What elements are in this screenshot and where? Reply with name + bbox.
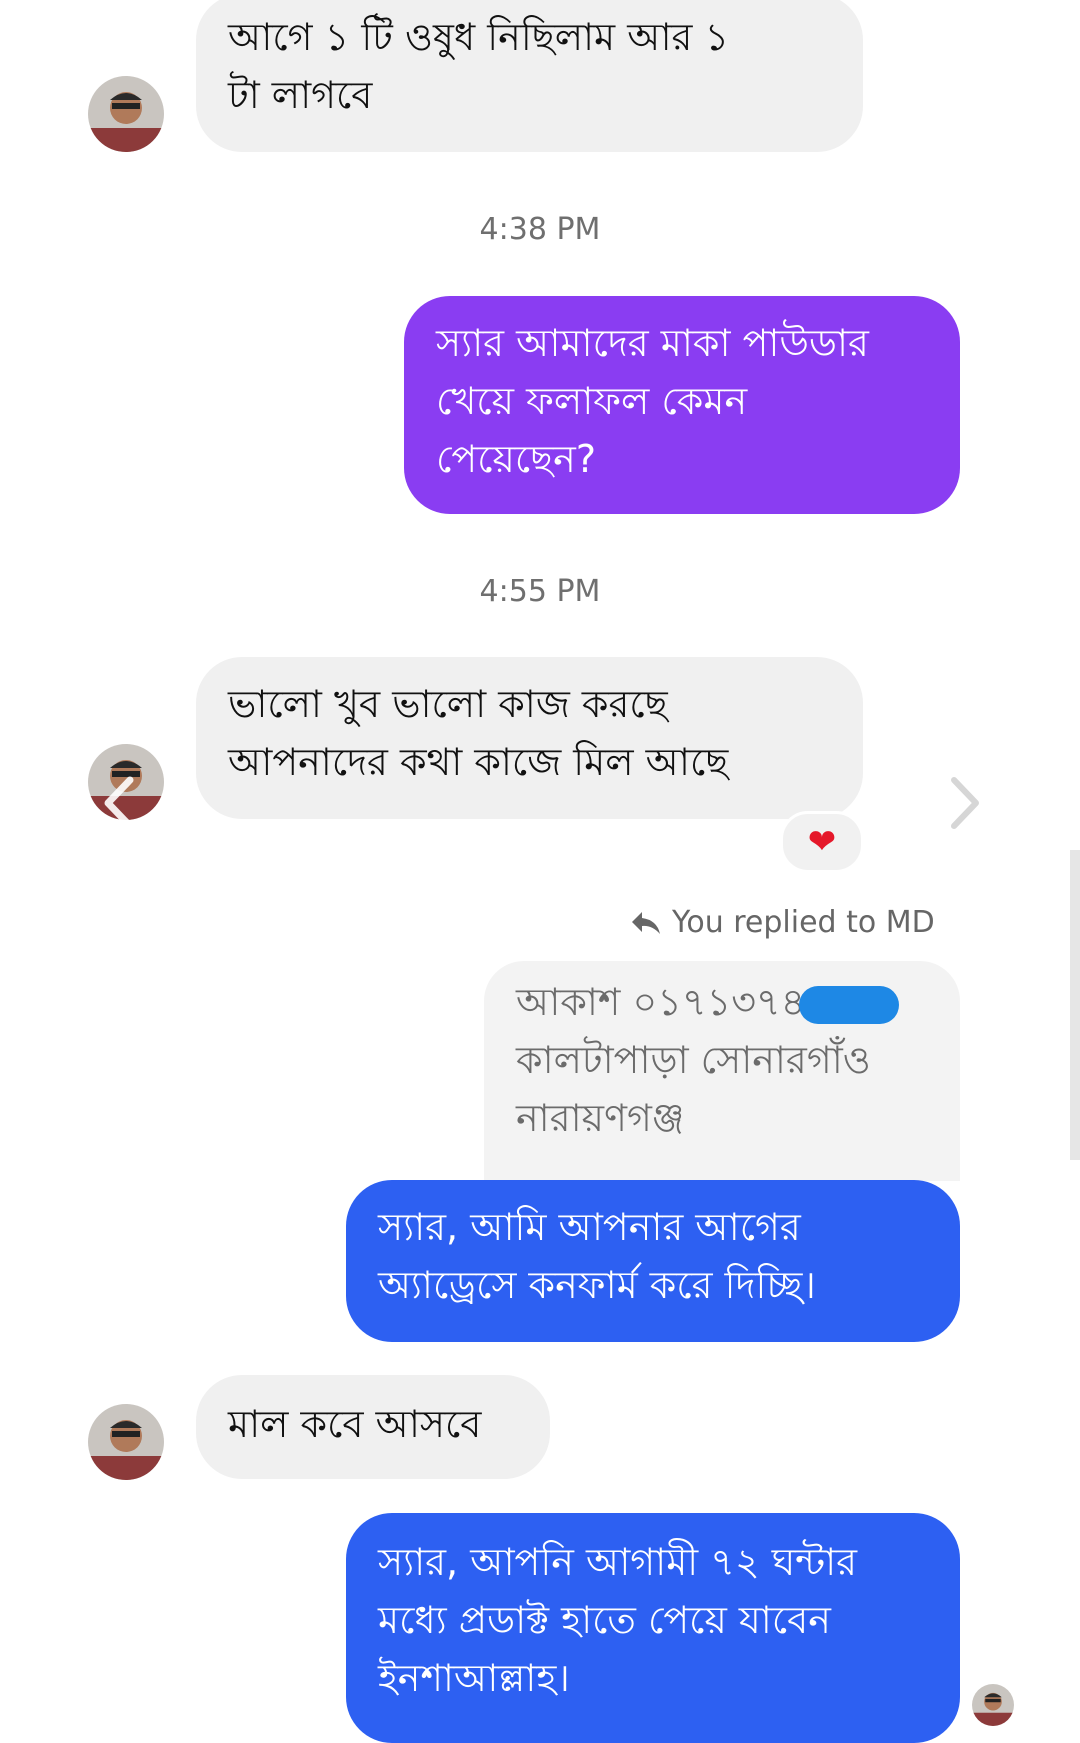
scrollbar[interactable] bbox=[1070, 850, 1080, 1160]
message-bubble-outgoing[interactable]: স্যার, আমি আপনার আগের অ্যাড্রেসে কনফার্ম… bbox=[346, 1180, 960, 1342]
quoted-line: নারায়ণগঞ্জ bbox=[516, 1096, 685, 1140]
message-bubble-incoming[interactable]: ভালো খুব ভালো কাজ করছে আপনাদের কথা কাজে … bbox=[196, 657, 863, 819]
message-bubble-outgoing[interactable]: স্যার আমাদের মাকা পাউডার খেয়ে ফলাফল কেম… bbox=[404, 296, 960, 514]
quoted-message[interactable]: আকাশ ০১৭১৩৭৪ কালটাপাড়া সোনারগাঁও নারায়… bbox=[484, 961, 960, 1181]
heart-reaction[interactable]: ❤ bbox=[780, 811, 864, 873]
heart-icon: ❤ bbox=[807, 822, 837, 862]
avatar[interactable] bbox=[88, 1404, 164, 1480]
read-receipt-avatar bbox=[972, 1684, 1014, 1726]
timestamp: 4:38 PM bbox=[479, 212, 601, 247]
chevron-right-icon[interactable] bbox=[940, 768, 990, 838]
quoted-line: আকাশ ০১৭১৩৭৪ bbox=[516, 980, 806, 1024]
message-bubble-incoming[interactable]: আগে ১ টি ওষুধ নিছিলাম আর ১ টা লাগবে bbox=[196, 0, 863, 152]
reply-arrow-icon bbox=[632, 911, 660, 934]
timestamp: 4:55 PM bbox=[479, 574, 601, 609]
reply-indicator: You replied to MD bbox=[630, 905, 935, 940]
message-bubble-incoming[interactable]: মাল কবে আসবে bbox=[196, 1375, 550, 1479]
message-bubble-outgoing[interactable]: স্যার, আপনি আগামী ৭২ ঘন্টার মধ্যে প্রডাক… bbox=[346, 1513, 960, 1743]
chevron-left-icon[interactable] bbox=[96, 768, 146, 838]
reply-label: You replied to MD bbox=[672, 905, 935, 940]
avatar[interactable] bbox=[88, 76, 164, 152]
redaction-mark bbox=[799, 985, 900, 1024]
quoted-line: কালটাপাড়া সোনারগাঁও bbox=[516, 1038, 871, 1082]
